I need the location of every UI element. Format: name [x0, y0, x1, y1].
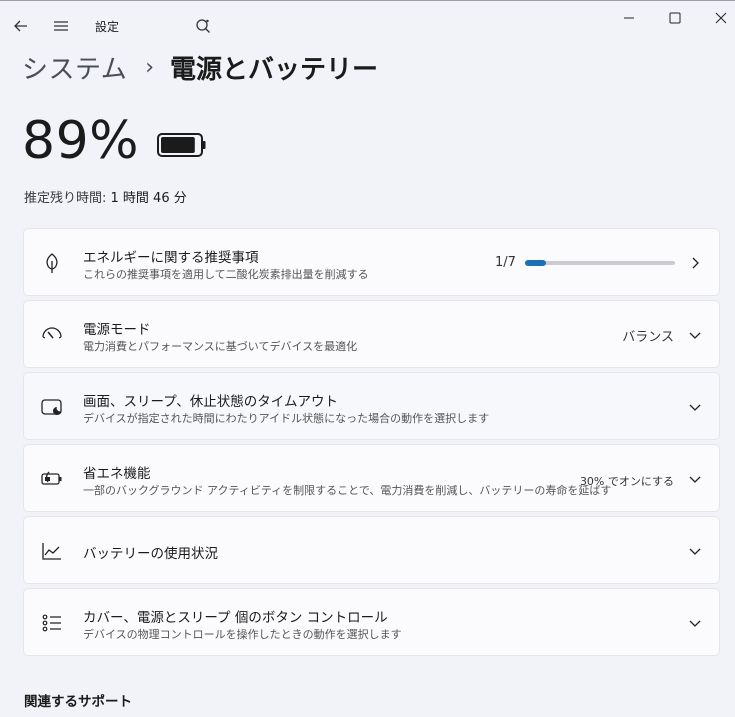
gauge-icon — [40, 323, 64, 347]
chevron-down-icon[interactable] — [687, 399, 703, 415]
estimated-time-value: 1 時間 46 分 — [110, 191, 187, 206]
search-icon[interactable] — [193, 16, 213, 36]
card-title: 画面、スリープ、休止状態のタイムアウト — [83, 394, 339, 410]
settings-window: 設定 システム › 電源とバッテリー 89% 推定残り時間: 1 時間 46 分 — [0, 0, 735, 717]
card-title: バッテリーの使用状況 — [83, 546, 218, 562]
battery-usage-card[interactable]: バッテリーの使用状況 — [23, 516, 720, 584]
breadcrumb-parent[interactable]: システム — [22, 49, 127, 86]
power-mode-card[interactable]: 電源モード 電力消費とパフォーマンスに基づいてデバイスを最適化 バランス — [23, 300, 720, 368]
title-bar: 設定 — [0, 1, 735, 47]
chevron-down-icon[interactable] — [687, 327, 703, 343]
card-title: 省エネ機能 — [83, 466, 151, 482]
card-title: 電源モード — [83, 322, 151, 338]
back-arrow-icon[interactable] — [10, 15, 32, 37]
chevron-down-icon[interactable] — [687, 471, 703, 487]
battery-saver-icon — [40, 467, 64, 491]
line-chart-icon — [40, 539, 64, 563]
related-support-heading: 関連するサポート — [24, 694, 132, 710]
card-subtitle: 一部のバックグラウンド アクティビティを制限することで、電力消費を削減し、バッテ… — [83, 484, 612, 497]
card-subtitle: 電力消費とパフォーマンスに基づいてデバイスを最適化 — [83, 340, 358, 353]
recommendation-progress-bar — [525, 260, 675, 266]
power-mode-dropdown[interactable]: バランス — [622, 326, 674, 345]
battery-icon — [156, 131, 208, 159]
energy-saver-card[interactable]: 省エネ機能 一部のバックグラウンド アクティビティを制限することで、電力消費を削… — [23, 444, 720, 512]
button-controls-card[interactable]: カバー、電源とスリープ 個のボタン コントロール デバイスの物理コントロールを操… — [23, 588, 720, 656]
minimize-icon[interactable] — [614, 7, 644, 29]
estimated-time: 推定残り時間: 1 時間 46 分 — [24, 187, 187, 206]
battery-percent: 89% — [22, 111, 140, 171]
list-controls-icon — [40, 611, 64, 635]
chevron-down-icon[interactable] — [687, 615, 703, 631]
recommendation-progress-count: 1/7 — [495, 255, 516, 270]
screen-sleep-icon — [40, 395, 64, 419]
card-subtitle: これらの推奨事項を適用して二酸化炭素排出量を削減する — [83, 268, 369, 281]
card-subtitle: デバイスの物理コントロールを操作したときの動作を選択します — [83, 628, 402, 641]
recommendation-progress-fill — [525, 260, 547, 266]
energy-saver-threshold[interactable]: 30% でオンにする — [580, 473, 674, 489]
screen-sleep-card[interactable]: 画面、スリープ、休止状態のタイムアウト デバイスが指定された時間にわたりアイドル… — [23, 372, 720, 440]
maximize-icon[interactable] — [660, 7, 690, 29]
page-title: 電源とバッテリー — [170, 54, 379, 85]
estimated-time-label: 推定残り時間: — [24, 191, 111, 206]
energy-recommendations-card[interactable]: エネルギーに関する推奨事項 これらの推奨事項を適用して二酸化炭素排出量を削減する… — [23, 228, 720, 296]
window-title: 設定 — [95, 20, 120, 34]
card-subtitle: デバイスが指定された時間にわたりアイドル状態になった場合の動作を選択します — [83, 412, 490, 425]
hamburger-menu-icon[interactable] — [50, 15, 72, 37]
chevron-right-icon — [687, 255, 703, 271]
card-title: エネルギーに関する推奨事項 — [83, 250, 259, 266]
card-title: カバー、電源とスリープ 個のボタン コントロール — [83, 610, 388, 626]
breadcrumb-separator: › — [145, 54, 155, 80]
close-icon[interactable] — [706, 7, 735, 29]
breadcrumb: システム › 電源とバッテリー — [22, 49, 378, 85]
chevron-down-icon[interactable] — [687, 543, 703, 559]
leaf-icon — [40, 251, 64, 275]
